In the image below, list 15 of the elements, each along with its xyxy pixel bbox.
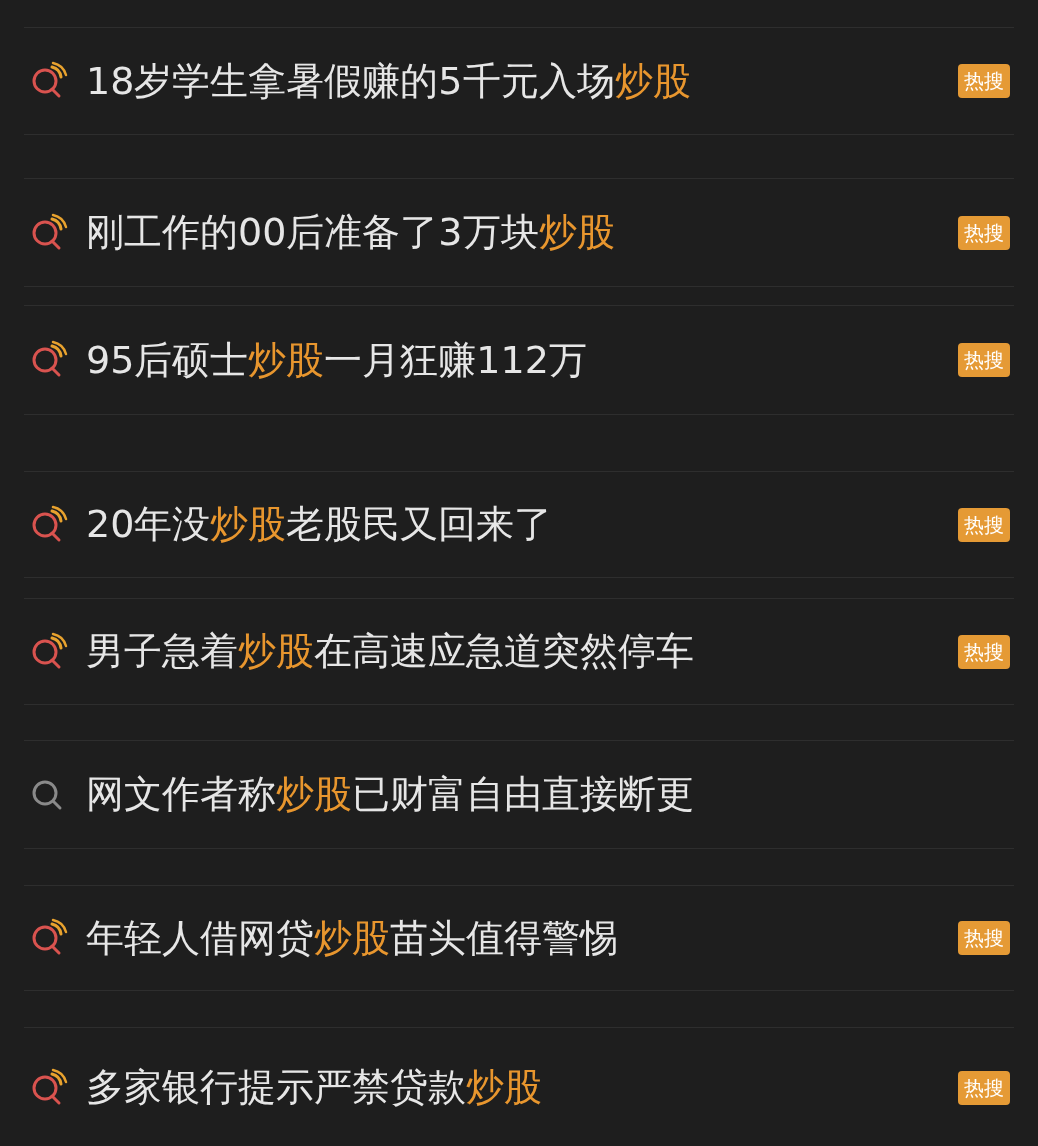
suggestion-text[interactable]: 95后硕士炒股一月狂赚112万 bbox=[86, 334, 958, 386]
hot-badge: 热搜 bbox=[958, 634, 1010, 669]
suggestion-text[interactable]: 网文作者称炒股已财富自由直接断更 bbox=[86, 769, 1014, 820]
hot-badge: 热搜 bbox=[958, 215, 1010, 250]
hot-badge: 热搜 bbox=[958, 507, 1010, 542]
hot-badge: 热搜 bbox=[958, 1070, 1010, 1105]
suggestion-text[interactable]: 20年没炒股老股民又回来了 bbox=[86, 499, 958, 550]
hot-badge: 热搜 bbox=[958, 64, 1010, 98]
suggestion-text[interactable]: 年轻人借网贷炒股苗头值得警惕 bbox=[86, 912, 958, 964]
hot-badge: 热搜 bbox=[958, 343, 1010, 377]
hot-badge: 热搜 bbox=[958, 921, 1010, 955]
suggestion-text[interactable]: 刚工作的00后准备了3万块炒股 bbox=[86, 207, 958, 258]
suggestion-text[interactable]: 18岁学生拿暑假赚的5千元入场炒股 bbox=[86, 55, 958, 107]
suggestion-text[interactable]: 男子急着炒股在高速应急道突然停车 bbox=[86, 626, 958, 677]
suggestion-text[interactable]: 多家银行提示严禁贷款炒股 bbox=[86, 1062, 958, 1113]
